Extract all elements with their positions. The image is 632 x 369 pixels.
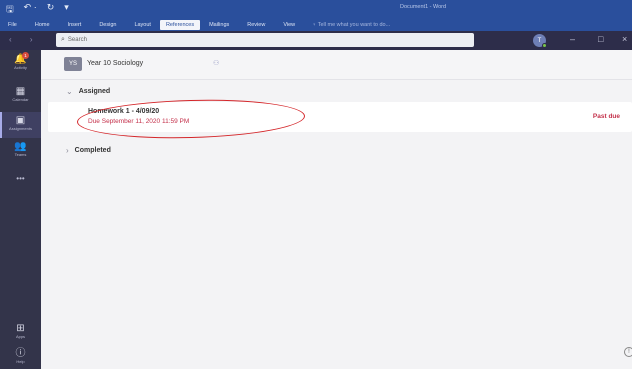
tab-design[interactable]: Design bbox=[90, 22, 125, 28]
tab-references[interactable]: References bbox=[159, 19, 201, 30]
activity-badge: 1 bbox=[22, 52, 29, 59]
completed-label: Completed bbox=[74, 147, 111, 154]
tab-file[interactable]: File bbox=[0, 22, 26, 28]
rail-label-activity: Activity bbox=[14, 65, 27, 70]
redo-icon[interactable]: ↻ bbox=[47, 2, 55, 18]
undo-icon[interactable]: ↶ · bbox=[24, 2, 37, 18]
assigned-section-header[interactable]: ⌄ Assigned bbox=[66, 87, 110, 96]
rail-item-apps[interactable]: ⊞ Apps bbox=[0, 324, 41, 346]
minimize-icon[interactable]: – bbox=[570, 34, 575, 44]
rail-item-activity[interactable]: 🔔 1 Activity bbox=[0, 52, 41, 79]
nav-arrows-icon[interactable]: ‹ › bbox=[9, 35, 41, 44]
rail-item-teams[interactable]: 👥 Teams bbox=[0, 142, 41, 164]
rail-item-calendar[interactable]: ▦ Calendar bbox=[0, 87, 41, 109]
avatar[interactable]: T bbox=[533, 34, 547, 48]
assignments-icon: ▣ bbox=[15, 115, 26, 126]
close-icon[interactable]: × bbox=[622, 34, 627, 44]
tab-insert[interactable]: Insert bbox=[59, 22, 91, 28]
team-people-icon: ⚇ bbox=[213, 60, 220, 67]
rail-label-teams: Teams bbox=[14, 152, 27, 157]
document-title: Document1 - Word bbox=[400, 4, 447, 10]
quick-access-toolbar: 🖫 ↶ · ↻ ▾ bbox=[6, 2, 69, 18]
feedback-icon[interactable]: ! bbox=[624, 347, 632, 357]
tab-mailings[interactable]: Mailings bbox=[200, 22, 238, 28]
rail-label-calendar: Calendar bbox=[12, 97, 29, 102]
teams-icon: 👥 bbox=[14, 141, 27, 152]
avatar-initial: T bbox=[537, 37, 542, 44]
customize-icon[interactable]: ▾ bbox=[64, 2, 69, 18]
rail-item-more[interactable]: ••• bbox=[0, 174, 41, 184]
presence-dot bbox=[542, 43, 547, 48]
assignments-pane: YS Year 10 Sociology ⚇ ⌄ Assigned Homewo… bbox=[41, 50, 632, 369]
completed-section-header[interactable]: › Completed bbox=[66, 146, 111, 155]
app-rail: 🔔 1 Activity ▦ Calendar ▣ Assignments 👥 … bbox=[0, 50, 41, 369]
team-selector[interactable]: YS Year 10 Sociology ⚇ bbox=[41, 50, 632, 80]
calendar-icon: ▦ bbox=[15, 86, 26, 97]
tab-layout[interactable]: Layout bbox=[125, 22, 160, 28]
team-initials: YS bbox=[64, 57, 82, 71]
rail-label-apps: Apps bbox=[15, 334, 26, 339]
search-icon: ⌕ bbox=[61, 36, 65, 43]
chevron-down-icon: ⌄ bbox=[66, 87, 73, 96]
ribbon-tabs: File Home Insert Design Layout Reference… bbox=[0, 18, 632, 31]
rail-label-help: Help bbox=[16, 359, 25, 364]
tab-view[interactable]: View bbox=[274, 22, 304, 28]
rail-item-assignments[interactable]: ▣ Assignments bbox=[0, 112, 41, 138]
teams-header: ‹ › ⌕ Search T – □ × bbox=[0, 31, 632, 50]
past-due-status: Past due bbox=[592, 113, 620, 120]
more-icon: ••• bbox=[16, 174, 25, 183]
tab-review[interactable]: Review bbox=[238, 22, 274, 28]
help-icon: ⓘ bbox=[15, 348, 26, 359]
search-input[interactable]: ⌕ Search bbox=[56, 33, 474, 47]
maximize-icon[interactable]: □ bbox=[598, 34, 603, 44]
tell-me-box[interactable]: ♀ Tell me what you want to do... bbox=[304, 22, 390, 28]
rail-label-assignments: Assignments bbox=[9, 126, 32, 131]
team-name: Year 10 Sociology bbox=[87, 60, 144, 67]
rail-item-help[interactable]: ⓘ Help bbox=[0, 349, 41, 369]
assigned-label: Assigned bbox=[78, 88, 111, 95]
save-icon[interactable]: 🖫 bbox=[6, 2, 14, 18]
word-ribbon: 🖫 ↶ · ↻ ▾ Document1 - Word File Home Ins… bbox=[0, 0, 632, 31]
tab-home[interactable]: Home bbox=[26, 22, 59, 28]
chevron-right-icon: › bbox=[66, 146, 69, 155]
apps-icon: ⊞ bbox=[16, 323, 25, 334]
search-placeholder: Search bbox=[67, 37, 87, 43]
